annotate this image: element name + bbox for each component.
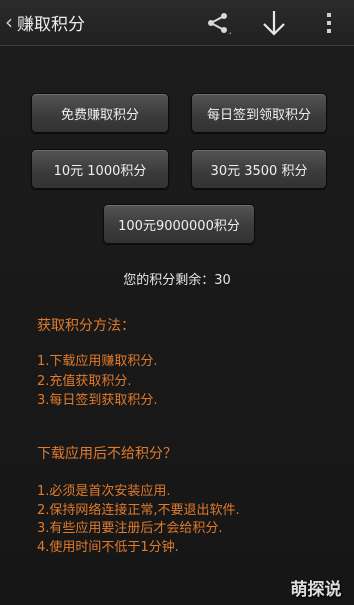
action-bar: ‹ 赚取积分: [0, 0, 354, 46]
methods-title: 获取积分方法：: [37, 318, 135, 334]
method-item: 2.充值获取积分.: [37, 374, 132, 389]
faq-title: 下载应用后不给积分？: [37, 446, 177, 462]
balance-value: 30: [214, 273, 231, 288]
faq-item: 1.必须是首次安装应用.: [37, 484, 171, 499]
watermark: 萌探说: [290, 579, 342, 600]
faq-item: 4.使用时间不低于1分钟.: [37, 540, 179, 555]
overflow-menu-icon[interactable]: [316, 0, 342, 45]
daily-checkin-button[interactable]: 每日签到领取积分: [191, 93, 327, 133]
share-icon[interactable]: [201, 0, 235, 45]
method-item: 3.每日签到获取积分.: [37, 393, 158, 408]
back-chevron-icon: ‹: [5, 10, 13, 34]
points-balance: 您的积分剩余：30: [0, 269, 354, 288]
page-title: 赚取积分: [17, 15, 85, 35]
download-icon[interactable]: [256, 0, 292, 45]
back-button[interactable]: ‹ 赚取积分: [0, 0, 85, 45]
faq-item: 2.保持网络连接正常,不要退出软件.: [37, 503, 240, 518]
free-earn-points-button[interactable]: 免费赚取积分: [31, 93, 169, 133]
buy-10-yuan-button[interactable]: 10元 1000积分: [31, 149, 169, 189]
buy-100-yuan-button[interactable]: 100元9000000积分: [103, 204, 255, 244]
balance-label: 您的积分剩余：: [123, 273, 215, 288]
buy-30-yuan-button[interactable]: 30元 3500 积分: [191, 149, 327, 189]
method-item: 1.下载应用赚取积分.: [37, 354, 158, 369]
faq-item: 3.有些应用要注册后才会给积分.: [37, 521, 223, 536]
screen: ‹ 赚取积分 免费赚取积分 每日签到领取积分 10元 1000积分 30元 35…: [0, 0, 354, 605]
